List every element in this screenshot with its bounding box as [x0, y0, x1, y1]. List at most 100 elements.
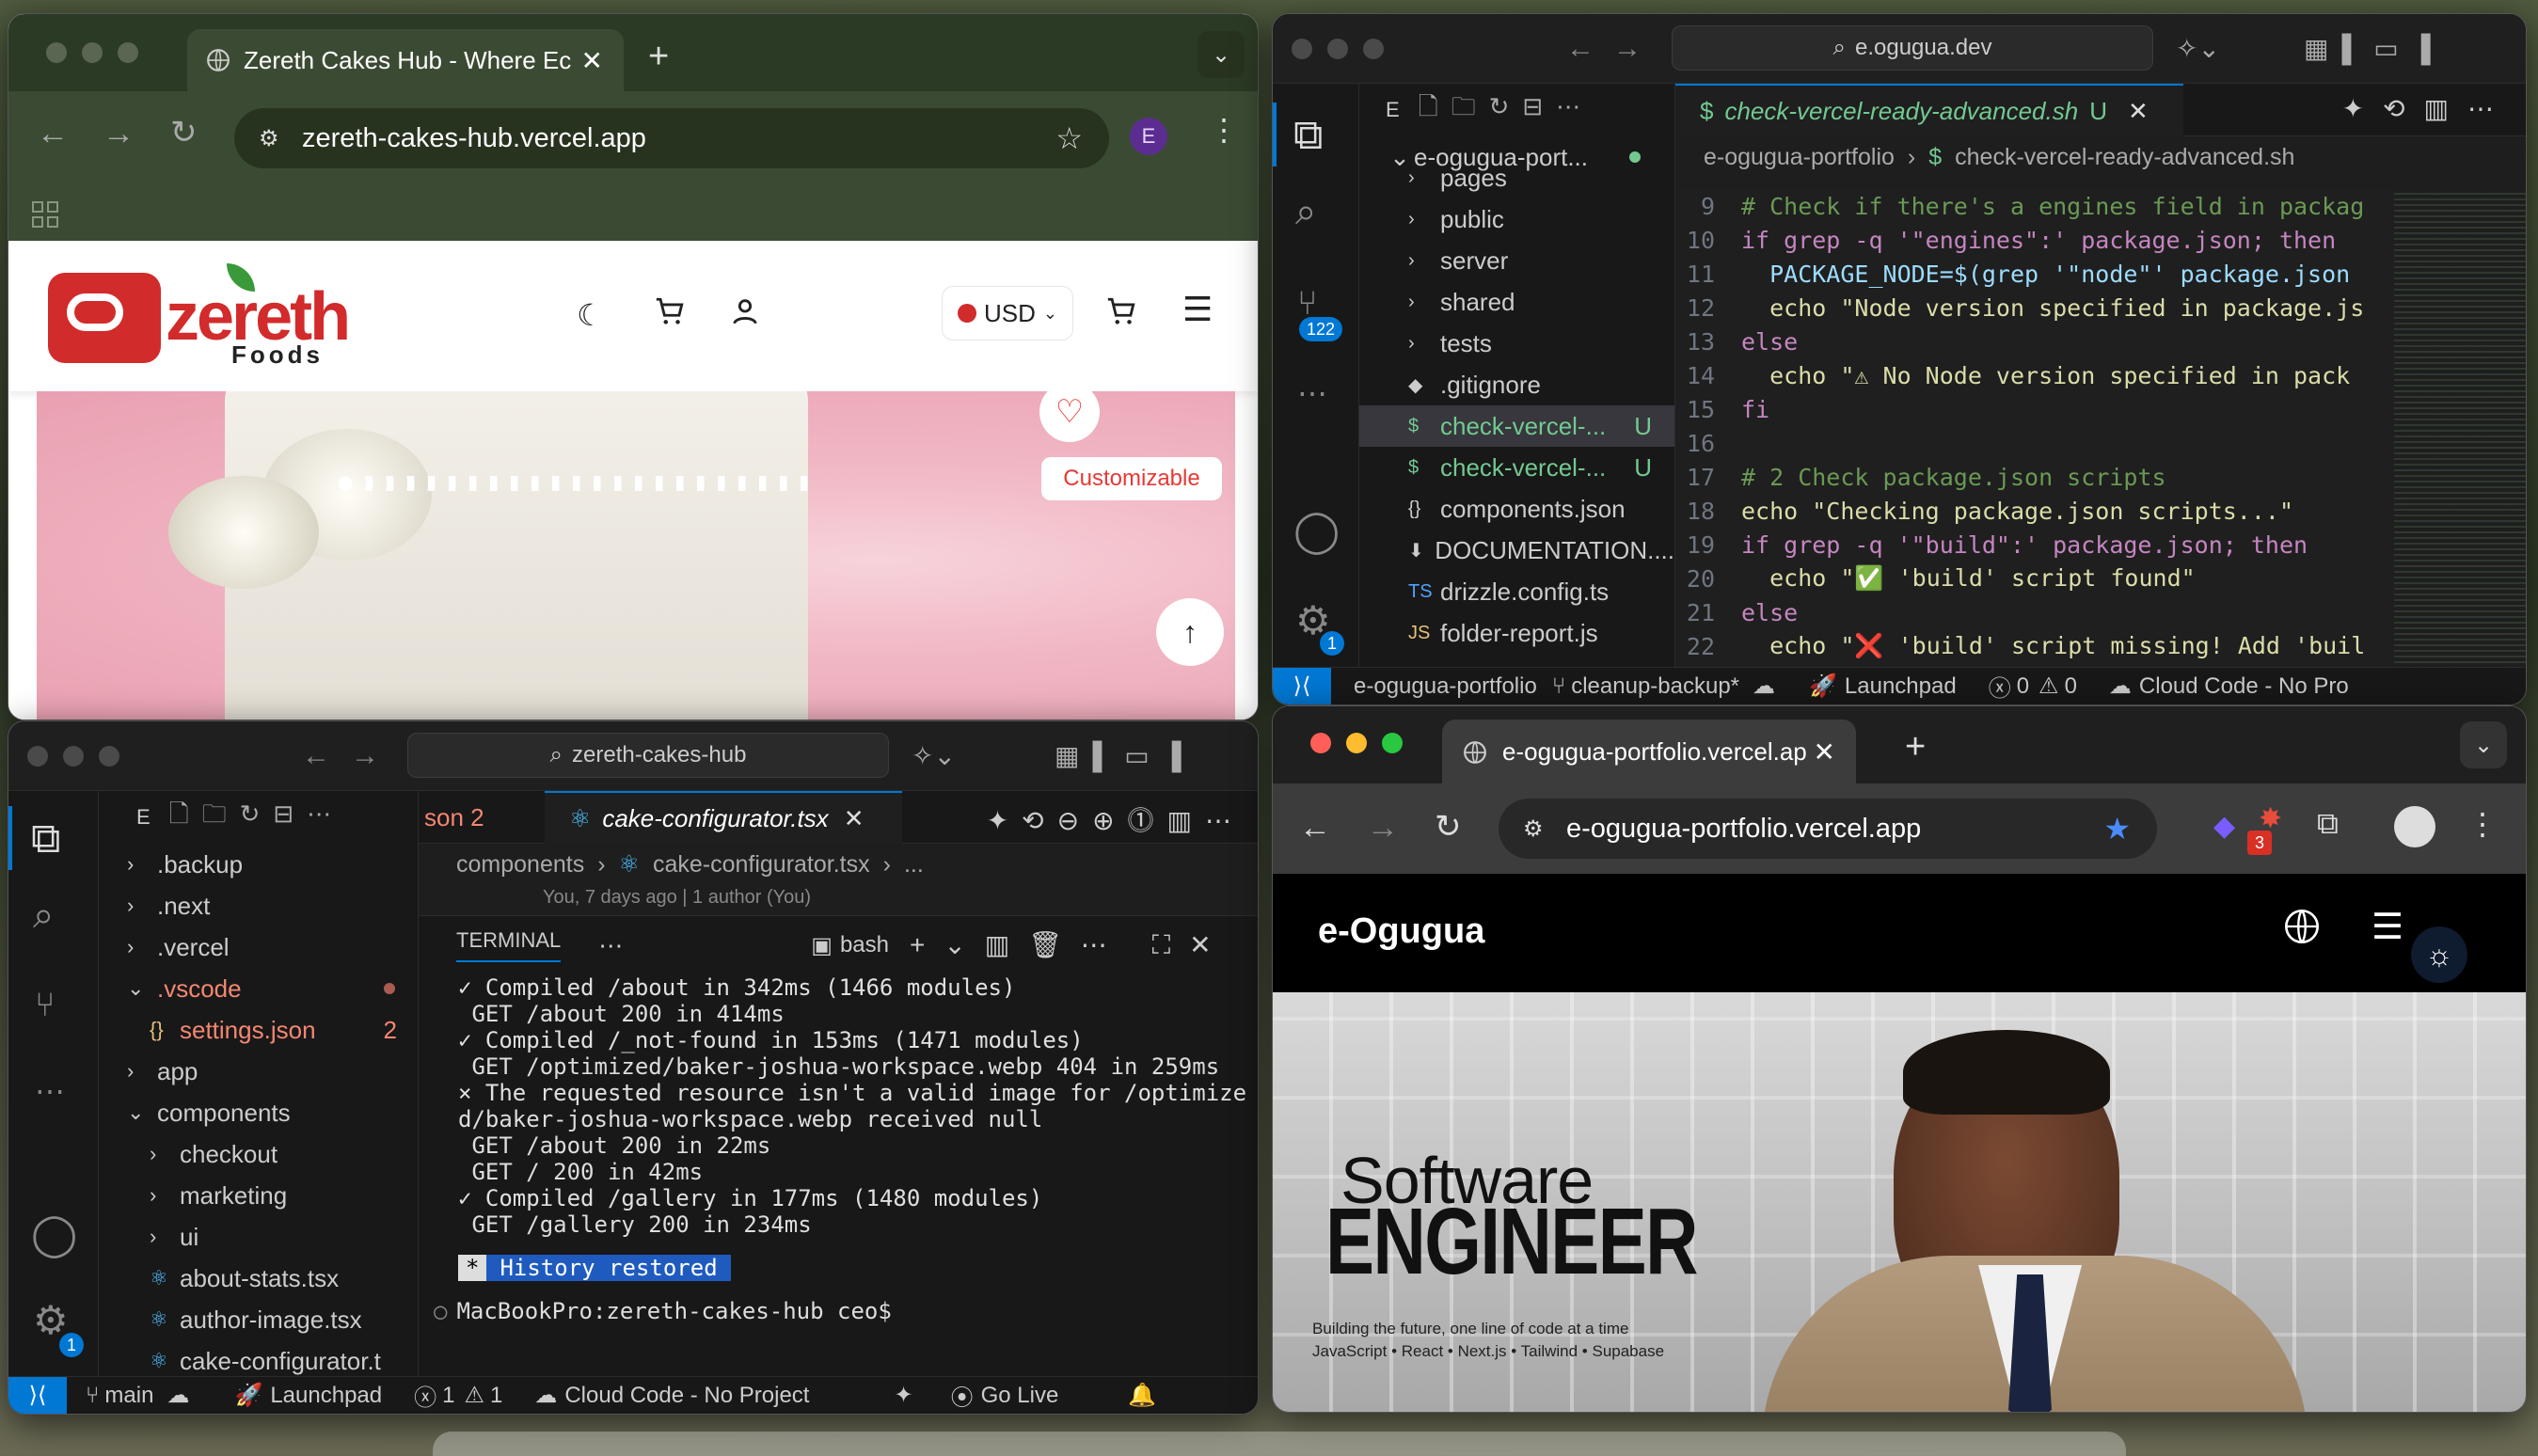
- status-launchpad[interactable]: Launchpad: [270, 1383, 382, 1409]
- tree-item[interactable]: › .next: [99, 885, 418, 926]
- tree-item[interactable]: {} components.json: [1359, 488, 1674, 530]
- tree-item[interactable]: › app: [99, 1051, 418, 1092]
- tree-item[interactable]: › marketing: [99, 1175, 418, 1216]
- tree-item[interactable]: JS folder-report.js: [1359, 612, 1674, 654]
- more-views-icon[interactable]: ⋯: [35, 1073, 65, 1109]
- cart-icon-2[interactable]: [1105, 295, 1137, 327]
- terminal-tab[interactable]: TERMINAL: [456, 928, 562, 962]
- minimize-window-button[interactable]: [1327, 39, 1348, 59]
- status-launchpad[interactable]: Launchpad: [1845, 673, 1957, 700]
- scroll-to-top-button[interactable]: ↑: [1156, 598, 1224, 666]
- status-golive[interactable]: Go Live: [981, 1383, 1059, 1409]
- close-window-button[interactable]: [46, 42, 67, 63]
- tree-item[interactable]: {} settings.json 2: [99, 1009, 418, 1051]
- extensions-puzzle-icon[interactable]: ⧉: [2317, 806, 2339, 842]
- theme-toggle-button[interactable]: ☼: [2411, 926, 2467, 983]
- tree-item[interactable]: $ check-vercel-... U: [1359, 405, 1674, 447]
- explorer-icon[interactable]: ⧉: [1293, 112, 1323, 159]
- browser-tab[interactable]: e-ogugua-portfolio.vercel.ap ✕: [1442, 720, 1856, 783]
- panel-more-icon[interactable]: ⋯: [598, 931, 623, 960]
- editor-actions[interactable]: ✦⟲⊖⊕⓵▥⋯: [987, 800, 1245, 838]
- editor-tab-active[interactable]: ⚛ cake-configurator.tsx ✕: [545, 791, 902, 844]
- new-tab-button[interactable]: +: [1905, 727, 1926, 768]
- apps-grid-icon[interactable]: [31, 200, 59, 229]
- close-tab-icon[interactable]: ✕: [2128, 97, 2149, 126]
- extension-flame-icon[interactable]: ◆: [2213, 810, 2235, 843]
- source-control-icon[interactable]: ⑂: [35, 985, 56, 1024]
- currency-select[interactable]: USD ⌄: [942, 286, 1073, 340]
- breadcrumb-file[interactable]: cake-configurator.tsx: [653, 851, 870, 878]
- copilot-icon[interactable]: ✧⌄: [912, 740, 956, 771]
- explorer-icon[interactable]: ⧉: [31, 815, 60, 863]
- status-cloud[interactable]: Cloud Code - No Project: [564, 1383, 809, 1409]
- nav-back-icon[interactable]: ←: [302, 740, 330, 772]
- zoom-window-button[interactable]: [1363, 39, 1384, 59]
- terminal-output[interactable]: ✓ Compiled /about in 342ms (1466 modules…: [419, 974, 1258, 1238]
- breadcrumb-folder[interactable]: components: [456, 851, 584, 878]
- nav-back-icon[interactable]: ←: [1566, 33, 1594, 65]
- editor-actions[interactable]: ✦⟲▥⋯: [2342, 93, 2513, 124]
- tree-item[interactable]: ⌄ .vscode: [99, 968, 418, 1009]
- minimize-window-button[interactable]: [82, 42, 103, 63]
- profile-avatar[interactable]: E: [1130, 118, 1167, 155]
- close-window-button[interactable]: [1310, 733, 1331, 753]
- layout-icons[interactable]: ▦▌▭▐: [2304, 33, 2444, 64]
- status-warnings[interactable]: 0: [2065, 673, 2077, 700]
- forward-icon[interactable]: →: [1367, 810, 1399, 847]
- copilot-status-icon[interactable]: ✦: [894, 1382, 912, 1409]
- terminal-actions[interactable]: +⌄▥🗑⋯ ⛶✕: [910, 929, 1230, 961]
- status-branch[interactable]: main: [104, 1383, 153, 1409]
- forward-icon[interactable]: →: [103, 116, 135, 152]
- close-tab-icon[interactable]: ✕: [581, 45, 603, 76]
- user-icon[interactable]: [729, 295, 761, 327]
- status-errors[interactable]: 1: [442, 1383, 454, 1409]
- favorite-button[interactable]: ♡: [1039, 391, 1100, 442]
- breadcrumb-symbol[interactable]: ...: [904, 851, 924, 878]
- site-settings-icon[interactable]: ⚙: [259, 125, 279, 152]
- search-icon[interactable]: ⌕: [1295, 191, 1316, 233]
- tree-item[interactable]: TS drizzle.config.ts: [1359, 571, 1674, 612]
- status-project[interactable]: e-ogugua-portfolio: [1354, 673, 1537, 700]
- tree-item[interactable]: › public: [1359, 198, 1674, 240]
- more-menu-icon[interactable]: ⋮: [1209, 112, 1239, 148]
- status-cloud[interactable]: Cloud Code - No Pro: [2139, 673, 2349, 700]
- copilot-icon[interactable]: ✧⌄: [2176, 33, 2220, 64]
- reload-icon[interactable]: ↻: [1435, 808, 1462, 846]
- nav-forward-icon[interactable]: →: [1613, 33, 1642, 65]
- hamburger-menu-icon[interactable]: ☰: [1182, 290, 1213, 329]
- back-icon[interactable]: ←: [1299, 810, 1331, 847]
- tree-item[interactable]: › shared: [1359, 281, 1674, 323]
- command-center-search[interactable]: ⌕ zereth-cakes-hub: [407, 733, 889, 778]
- close-tab-icon[interactable]: ✕: [1814, 736, 1835, 768]
- address-bar[interactable]: ⚙ zereth-cakes-hub.vercel.app ☆: [234, 108, 1109, 168]
- editor-tab-prev[interactable]: son 2: [419, 791, 545, 844]
- account-icon[interactable]: ◯: [31, 1211, 77, 1258]
- minimap[interactable]: [2394, 189, 2526, 667]
- remote-icon[interactable]: ⟩⟨: [8, 1376, 67, 1414]
- nav-forward-icon[interactable]: →: [351, 740, 379, 772]
- search-icon[interactable]: ⌕: [33, 894, 54, 937]
- site-settings-icon[interactable]: ⚙: [1523, 815, 1544, 843]
- minimize-window-button[interactable]: [63, 746, 84, 767]
- dark-mode-icon[interactable]: ☾: [577, 297, 604, 333]
- editor-tab-active[interactable]: $ check-vercel-ready-advanced.sh U ✕: [1675, 84, 2183, 136]
- zereth-logo[interactable]: zereth Foods: [48, 263, 368, 369]
- breadcrumb-file[interactable]: check-vercel-ready-advanced.sh: [1955, 144, 2294, 171]
- notifications-icon[interactable]: 🔔: [1128, 1382, 1156, 1409]
- language-globe-icon[interactable]: [2283, 908, 2321, 945]
- tree-item[interactable]: › checkout: [99, 1133, 418, 1175]
- tab-search-button[interactable]: ⌄: [2460, 721, 2507, 768]
- bookmark-star-icon[interactable]: ★: [2103, 811, 2131, 847]
- tree-item[interactable]: ⚛ about-stats.tsx: [99, 1258, 418, 1299]
- terminal-shell[interactable]: bash: [840, 932, 889, 958]
- status-warnings[interactable]: 1: [490, 1383, 502, 1409]
- tree-item[interactable]: › server: [1359, 240, 1674, 281]
- tree-item[interactable]: ◆ .gitignore: [1359, 364, 1674, 405]
- tree-item[interactable]: ⬇ DOCUMENTATION....: [1359, 530, 1674, 571]
- close-window-button[interactable]: [27, 746, 48, 767]
- more-views-icon[interactable]: ⋯: [1297, 375, 1327, 411]
- close-window-button[interactable]: [1292, 39, 1312, 59]
- explorer-actions[interactable]: 🗋🗀↻⊟⋯: [1419, 89, 1594, 131]
- terminal-prompt[interactable]: ○ MacBookPro:zereth-cakes-hub ceo$: [434, 1298, 1258, 1324]
- status-branch[interactable]: cleanup-backup*: [1571, 673, 1739, 700]
